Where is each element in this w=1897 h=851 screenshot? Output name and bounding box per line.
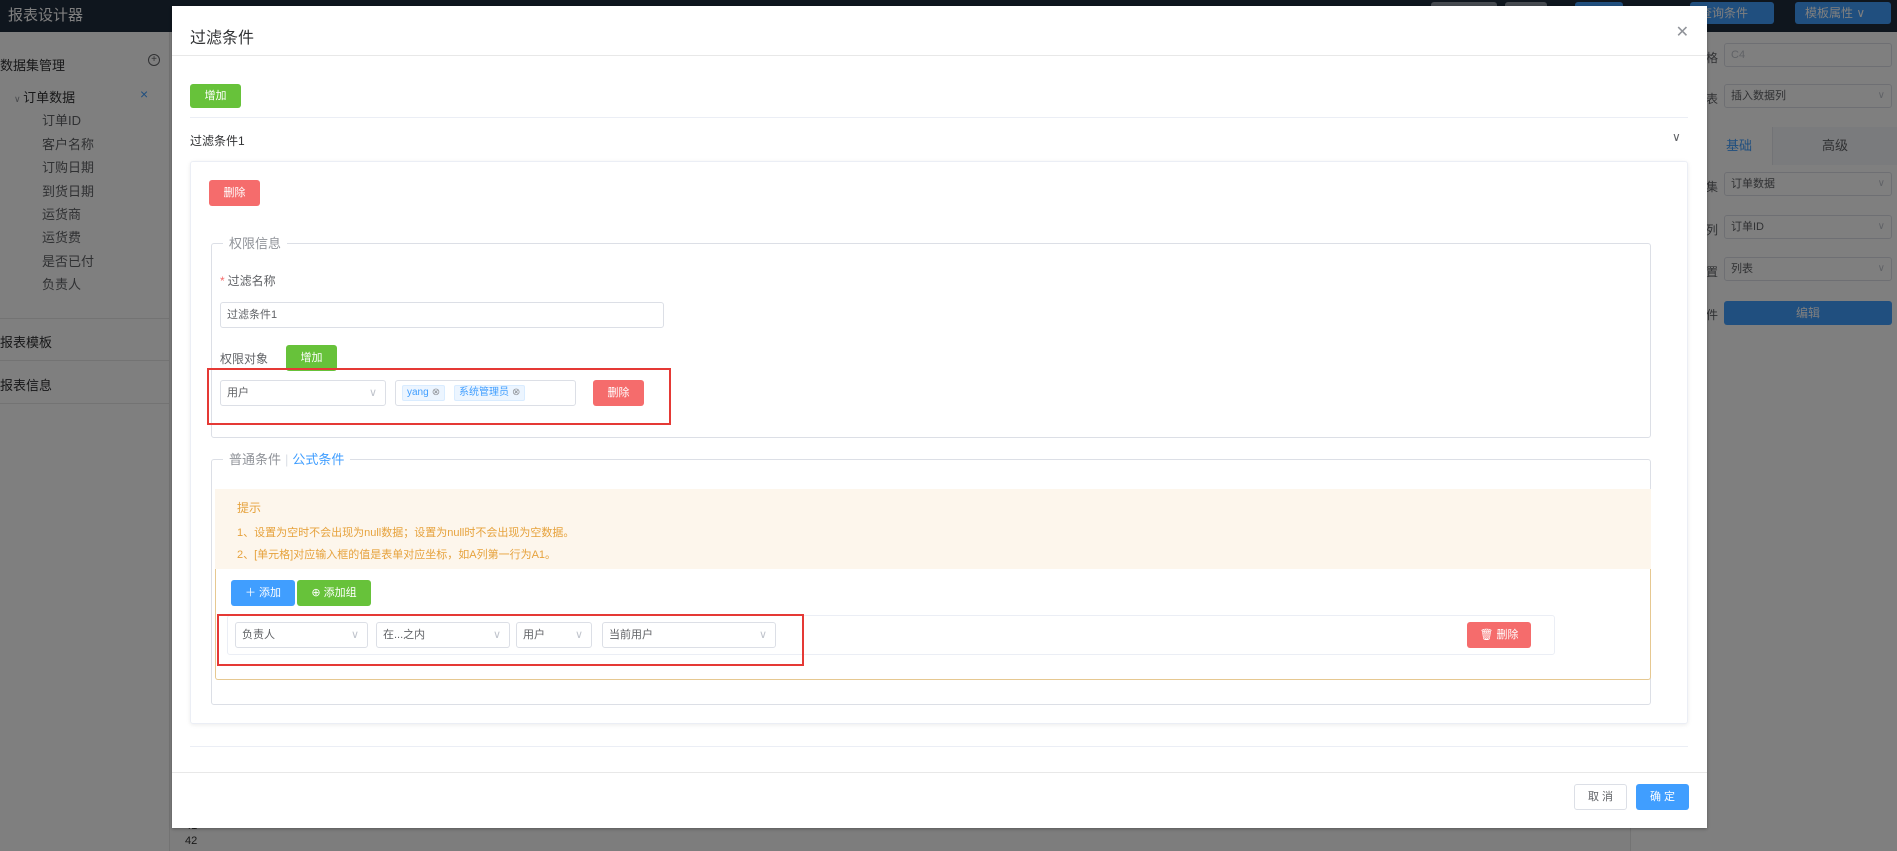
divider <box>190 117 1688 118</box>
conditions-legend: 普通条件 | 公式条件 <box>223 449 351 468</box>
tip-line: 2、[单元格]对应输入框的值是表单对应坐标，如A列第一行为A1。 <box>237 549 557 561</box>
dialog-header: 过滤条件 ✕ <box>172 6 1707 56</box>
tab-normal-condition[interactable]: 普通条件 <box>229 452 281 467</box>
filter-name-input[interactable]: 过滤条件1 <box>220 302 664 328</box>
plus-icon: ＋ <box>244 587 260 599</box>
divider <box>190 746 1688 747</box>
add-condition-button[interactable]: ＋ 添加 <box>231 580 295 606</box>
add-group-button[interactable]: ⊕ 添加组 <box>297 580 371 606</box>
filter-name-label: * 过滤名称 <box>220 274 276 288</box>
tip-line: 1、设置为空时不会出现为null数据；设置为null时不会出现为空数据。 <box>237 527 575 539</box>
permission-legend: 权限信息 <box>223 233 288 252</box>
highlight-box <box>207 368 671 425</box>
tip-box: 提示 1、设置为空时不会出现为null数据；设置为null时不会出现为空数据。 … <box>215 489 1651 569</box>
collapse-title[interactable]: 过滤条件1 <box>190 132 245 149</box>
dialog-footer-divider <box>172 772 1707 773</box>
highlight-box <box>217 614 804 666</box>
chevron-down-icon[interactable]: ∨ <box>1672 130 1681 144</box>
permission-target-label: 权限对象 <box>220 352 269 366</box>
add-filter-button[interactable]: 增加 <box>190 84 241 108</box>
delete-filter-button[interactable]: 删除 <box>209 180 260 206</box>
confirm-button[interactable]: 确 定 <box>1636 784 1689 810</box>
plus-circle-icon: ⊕ <box>311 587 324 599</box>
dialog-title: 过滤条件 <box>190 30 255 47</box>
delete-condition-button[interactable]: 🗑 删除 <box>1467 622 1531 648</box>
cancel-button[interactable]: 取 消 <box>1574 784 1627 810</box>
tip-title: 提示 <box>237 501 262 515</box>
trash-icon: 🗑 <box>1479 629 1497 641</box>
close-icon[interactable]: ✕ <box>1676 22 1689 42</box>
tab-formula-condition[interactable]: 公式条件 <box>292 452 344 467</box>
filter-dialog: 过滤条件 ✕ 增加 过滤条件1 ∨ 删除 权限信息 * 过滤名称 过滤条件1 权限… <box>172 6 1707 828</box>
